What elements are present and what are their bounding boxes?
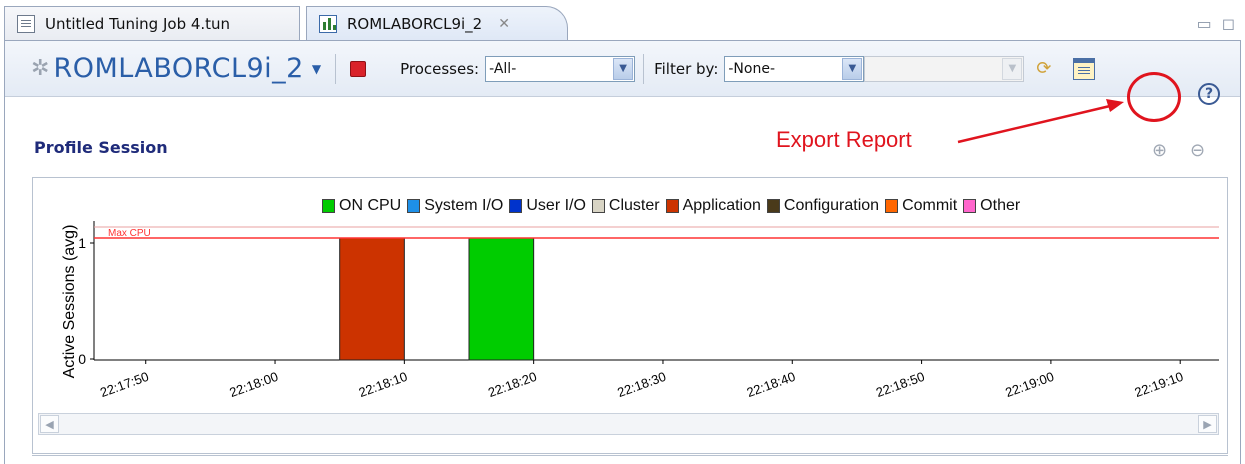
y-tick-label: 0: [78, 351, 86, 367]
x-tick-label: 22:19:10: [1133, 369, 1186, 400]
x-tick-label: 22:19:00: [1003, 369, 1056, 400]
x-tick-label: 22:18:10: [357, 369, 410, 400]
y-axis-label: Active Sessions (avg): [61, 225, 78, 379]
x-tick-label: 22:18:20: [486, 369, 539, 400]
x-tick-label: 22:17:50: [98, 369, 151, 400]
x-tick-label: 22:18:30: [615, 369, 668, 400]
chart-bar: [468, 237, 535, 361]
active-sessions-chart: 0 1Active Sessions (avg) Max CPU 22:17:50 22…: [61, 221, 1219, 400]
scroll-left-icon[interactable]: ◀: [40, 415, 59, 433]
y-tick-label: 1: [78, 235, 86, 251]
panel-bottom-border: [32, 455, 1228, 456]
chart-horizontal-scrollbar[interactable]: ◀ ▶: [38, 413, 1219, 435]
x-tick-label: 22:18:40: [745, 369, 798, 400]
x-tick-label: 22:18:50: [874, 369, 927, 400]
scroll-right-icon[interactable]: ▶: [1198, 415, 1217, 433]
chart-bar: [339, 237, 405, 361]
max-cpu-label: Max CPU: [108, 228, 151, 239]
x-tick-label: 22:18:00: [227, 369, 280, 400]
